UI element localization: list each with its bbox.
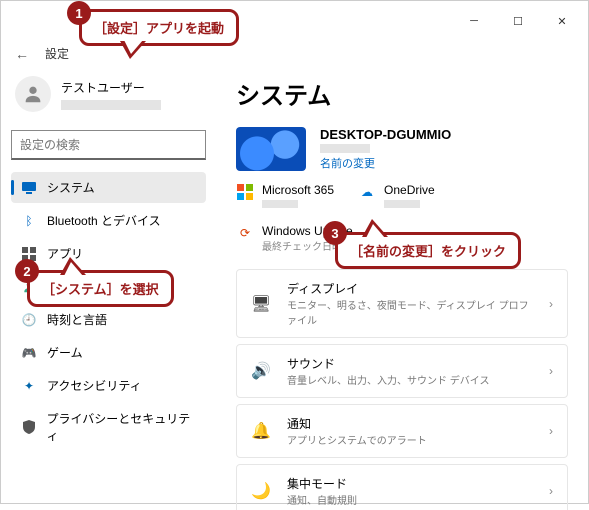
nav-label: プライバシーとセキュリティ (46, 410, 196, 444)
nav-time-language[interactable]: 🕘 時刻と言語 (11, 304, 206, 335)
search-input[interactable] (11, 130, 206, 160)
card-title: 通知 (287, 415, 533, 432)
annotation-text: ［名前の変更］をクリック (350, 244, 506, 259)
nav-system[interactable]: システム (11, 172, 206, 203)
nav-label: 時刻と言語 (47, 311, 107, 328)
nav-label: システム (47, 179, 95, 196)
annotation-text: ［設定］アプリを起動 (94, 21, 224, 36)
redacted (384, 200, 420, 208)
main: システム DESKTOP-DGUMMIO 名前の変更 Microsoft 365… (216, 72, 588, 510)
redacted (262, 200, 298, 208)
device-block: DESKTOP-DGUMMIO 名前の変更 (236, 127, 568, 171)
display-icon: 🖥 (251, 294, 271, 314)
app-title: 設定 (45, 45, 69, 62)
annotation-badge-1: 1 (67, 1, 91, 25)
game-icon: 🎮 (21, 345, 37, 361)
card-sub: アプリとシステムでのアラート (287, 432, 533, 447)
card-sound[interactable]: 🔊 サウンド音量レベル、出力、入力、サウンド デバイス › (236, 344, 568, 398)
user-name: テストユーザー (61, 79, 161, 96)
bluetooth-icon: ᛒ (21, 213, 37, 229)
device-name: DESKTOP-DGUMMIO (320, 127, 451, 142)
card-title: ディスプレイ (287, 280, 533, 297)
rename-link[interactable]: 名前の変更 (320, 155, 451, 171)
m365-icon (236, 183, 254, 201)
nav-label: Bluetooth とデバイス (47, 212, 161, 229)
device-thumbnail (236, 127, 306, 171)
user-block[interactable]: テストユーザー (11, 72, 206, 122)
nav-bluetooth[interactable]: ᛒ Bluetooth とデバイス (11, 205, 206, 236)
page-title: システム (236, 76, 568, 111)
avatar (15, 76, 51, 112)
minimize-button[interactable]: ─ (452, 6, 496, 36)
chevron-right-icon: › (549, 424, 553, 438)
card-notifications[interactable]: 🔔 通知アプリとシステムでのアラート › (236, 404, 568, 458)
back-button[interactable]: ← (15, 46, 29, 62)
annotation-text: ［システム］を選択 (42, 282, 159, 297)
settings-cards: 🖥 ディスプレイモニター、明るさ、夜間モード、ディスプレイ プロファイル › 🔊… (236, 269, 568, 510)
user-email-redacted (61, 100, 161, 110)
moon-icon: 🌙 (251, 481, 271, 501)
status-tiles: Microsoft 365 ☁ OneDrive (236, 183, 568, 208)
card-sub: モニター、明るさ、夜間モード、ディスプレイ プロファイル (287, 297, 533, 327)
tile-m365[interactable]: Microsoft 365 (236, 183, 334, 208)
card-display[interactable]: 🖥 ディスプレイモニター、明るさ、夜間モード、ディスプレイ プロファイル › (236, 269, 568, 338)
tile-label: Microsoft 365 (262, 183, 334, 197)
update-icon: ⟳ (236, 224, 254, 242)
annotation-badge-3: 3 (323, 221, 347, 245)
clock-icon: 🕘 (21, 312, 37, 328)
nav-apps[interactable]: アプリ (11, 238, 206, 269)
annotation-2: ［システム］を選択 (27, 270, 174, 307)
a11y-icon: ✦ (21, 378, 37, 394)
card-title: 集中モード (287, 475, 533, 492)
device-model-redacted (320, 144, 370, 153)
nav: システム ᛒ Bluetooth とデバイス 🌐 ネットワークとインターネット … (11, 172, 206, 451)
nav-label: ゲーム (47, 344, 83, 361)
close-button[interactable]: ✕ (540, 6, 584, 36)
chevron-right-icon: › (549, 484, 553, 498)
shield-icon (21, 419, 36, 435)
maximize-button[interactable]: ☐ (496, 6, 540, 36)
onedrive-icon: ☁ (358, 183, 376, 201)
tile-label: OneDrive (384, 183, 435, 197)
card-sub: 通知、自動規則 (287, 492, 533, 507)
annotation-1: ［設定］アプリを起動 (79, 9, 239, 46)
nav-privacy[interactable]: プライバシーとセキュリティ (11, 403, 206, 451)
bell-icon: 🔔 (251, 421, 271, 441)
annotation-badge-2: 2 (15, 259, 39, 283)
system-icon (21, 180, 37, 196)
chevron-right-icon: › (549, 364, 553, 378)
nav-label: アクセシビリティ (47, 377, 142, 394)
search-box[interactable] (11, 130, 206, 160)
nav-gaming[interactable]: 🎮 ゲーム (11, 337, 206, 368)
tile-onedrive[interactable]: ☁ OneDrive (358, 183, 435, 208)
nav-accessibility[interactable]: ✦ アクセシビリティ (11, 370, 206, 401)
chevron-right-icon: › (549, 297, 553, 311)
annotation-3: ［名前の変更］をクリック (335, 232, 521, 269)
sound-icon: 🔊 (251, 361, 271, 381)
card-sub: 音量レベル、出力、入力、サウンド デバイス (287, 372, 533, 387)
card-focus[interactable]: 🌙 集中モード通知、自動規則 › (236, 464, 568, 510)
card-title: サウンド (287, 355, 533, 372)
